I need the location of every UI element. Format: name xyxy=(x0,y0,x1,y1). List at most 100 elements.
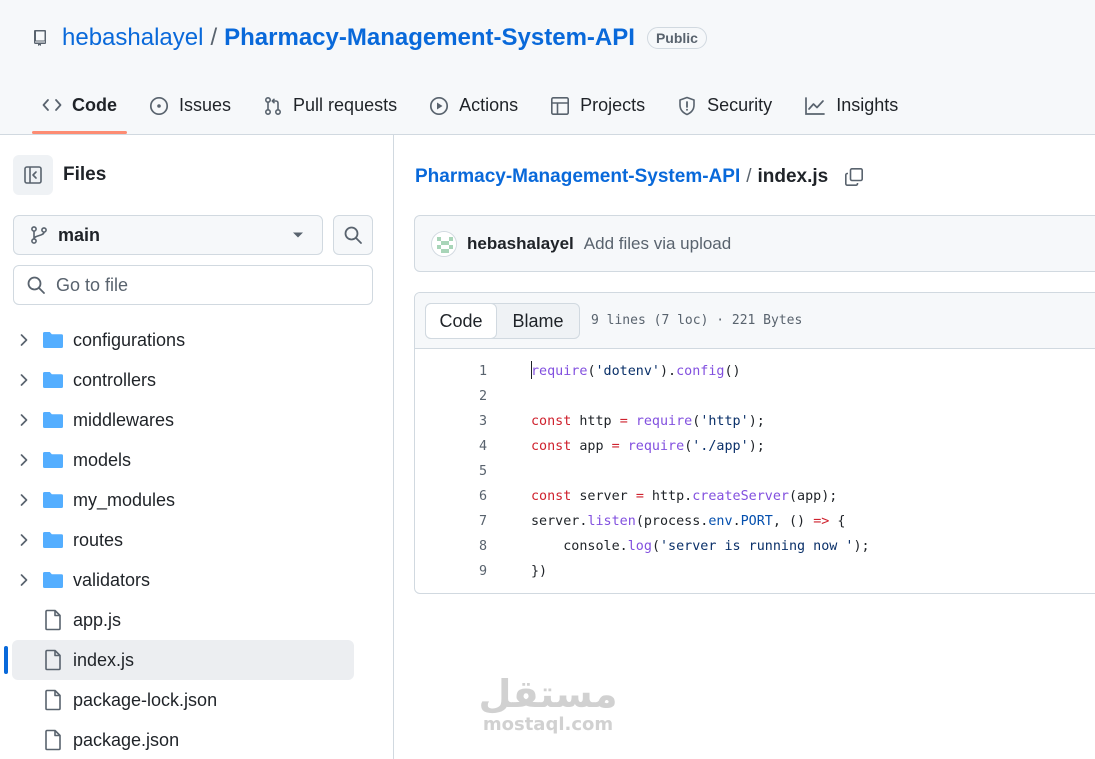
tree-folder-item[interactable]: validators xyxy=(0,560,394,600)
tab-issues[interactable]: Issues xyxy=(139,84,241,134)
repo-nav-tabs: Code Issues Pull requests Actions Projec… xyxy=(32,84,920,134)
issue-opened-icon xyxy=(149,96,169,116)
repo-owner-link[interactable]: hebashalayel xyxy=(62,24,203,52)
branch-select-button[interactable]: main xyxy=(13,215,323,255)
file-icon xyxy=(44,609,62,636)
tree-item-name: models xyxy=(73,450,132,470)
code-viewer: Code Blame 9 lines (7 loc) · 221 Bytes 1… xyxy=(414,292,1095,594)
chevron-right-icon[interactable] xyxy=(18,453,30,472)
line-number[interactable]: 5 xyxy=(455,459,487,484)
line-number[interactable]: 9 xyxy=(455,559,487,584)
search-icon xyxy=(344,226,362,244)
search-files-button[interactable] xyxy=(333,215,373,255)
tree-file-item[interactable]: package.json xyxy=(0,720,394,759)
tab-security[interactable]: Security xyxy=(667,84,782,134)
git-pull-request-icon xyxy=(265,96,282,116)
tree-item-name: middlewares xyxy=(73,410,175,430)
tab-pull-requests[interactable]: Pull requests xyxy=(253,84,407,134)
go-to-file-input[interactable] xyxy=(56,274,356,296)
branch-name: main xyxy=(58,224,101,245)
tab-insights[interactable]: Insights xyxy=(794,84,908,134)
repo-path-separator: / xyxy=(210,24,218,51)
tree-item-name: configurations xyxy=(73,330,186,350)
tree-folder-item[interactable]: models xyxy=(0,440,394,480)
code-line-text: console.log('server is running now '); xyxy=(531,539,870,554)
folder-icon xyxy=(42,570,64,595)
code-line: 3 const http = require('http'); xyxy=(415,409,1095,434)
line-number[interactable]: 4 xyxy=(455,434,487,459)
repo-name-link[interactable]: Pharmacy-Management-System-API xyxy=(224,24,635,52)
tree-folder-item[interactable]: middlewares xyxy=(0,400,394,440)
tree-file-item[interactable]: index.js xyxy=(0,640,394,680)
chevron-right-icon[interactable] xyxy=(18,533,30,552)
repo-header: hebashalayel / Pharmacy-Management-Syste… xyxy=(0,0,1095,135)
line-number[interactable]: 6 xyxy=(455,484,487,509)
blame-view-button[interactable]: Blame xyxy=(497,304,579,338)
tree-file-item[interactable]: app.js xyxy=(0,600,394,640)
collapse-sidebar-button[interactable] xyxy=(13,155,53,195)
copy-icon xyxy=(845,167,864,186)
line-number[interactable]: 7 xyxy=(455,509,487,534)
code-line: 8 console.log('server is running now '); xyxy=(415,534,1095,559)
line-number[interactable]: 2 xyxy=(455,384,487,409)
search-icon xyxy=(27,276,45,294)
breadcrumb-separator: / xyxy=(746,166,752,187)
tab-insights-label: Insights xyxy=(836,95,899,115)
view-mode-segmented-control: Code Blame xyxy=(425,303,580,339)
code-line: 4 const app = require('./app'); xyxy=(415,434,1095,459)
code-line: 9}) xyxy=(415,559,1095,584)
tree-file-item[interactable]: package-lock.json xyxy=(0,680,394,720)
code-line-text: }) xyxy=(531,564,548,579)
code-line: 1 require('dotenv').config() xyxy=(415,359,1095,384)
breadcrumb-repo-link[interactable]: Pharmacy-Management-System-API xyxy=(415,166,740,188)
folder-icon xyxy=(42,530,64,555)
file-tree-sidebar: Files main configurations controllers midd… xyxy=(0,135,394,759)
tree-folder-item[interactable]: routes xyxy=(0,520,394,560)
files-title: Files xyxy=(63,164,107,185)
tree-item-name: controllers xyxy=(73,370,157,390)
tree-item-name: validators xyxy=(73,570,151,590)
tree-folder-item[interactable]: controllers xyxy=(0,360,394,400)
code-line-text: require('dotenv').config() xyxy=(531,359,741,384)
chevron-right-icon[interactable] xyxy=(18,373,30,392)
file-icon xyxy=(44,649,62,676)
code-line: 7 server.listen(process.env.PORT, () => { xyxy=(415,509,1095,534)
tree-item-name: routes xyxy=(73,530,124,550)
folder-icon xyxy=(42,490,64,515)
repo-title-line: hebashalayel / Pharmacy-Management-Syste… xyxy=(32,22,707,54)
commit-message-link[interactable]: Add files via upload xyxy=(584,234,731,254)
caret-down-icon xyxy=(293,232,303,238)
commit-author-link[interactable]: hebashalayel xyxy=(467,234,574,254)
chevron-right-icon[interactable] xyxy=(18,333,30,352)
copy-path-button[interactable] xyxy=(844,167,864,187)
avatar[interactable] xyxy=(431,230,457,257)
code-line: 6 const server = http.createServer(app); xyxy=(415,484,1095,509)
git-branch-icon xyxy=(31,226,47,244)
code-icon xyxy=(42,99,62,111)
code-lines[interactable]: 1 require('dotenv').config() 2 3 const http … xyxy=(415,359,1095,584)
tree-folder-item[interactable]: my_modules xyxy=(0,480,394,520)
code-view-button[interactable]: Code xyxy=(425,303,497,339)
code-viewer-toolbar: Code Blame 9 lines (7 loc) · 221 Bytes xyxy=(415,293,1095,349)
tab-projects[interactable]: Projects xyxy=(540,84,655,134)
play-icon xyxy=(430,96,449,116)
selected-indicator xyxy=(4,646,8,674)
file-icon xyxy=(44,689,62,716)
latest-commit-box: hebashalayel Add files via upload xyxy=(414,215,1095,272)
go-to-file-field[interactable] xyxy=(13,265,373,305)
code-line-text: const server = http.createServer(app); xyxy=(531,489,838,504)
tab-actions[interactable]: Actions xyxy=(419,84,528,134)
breadcrumb-file-name: index.js xyxy=(757,166,829,187)
code-line-text: const http = require('http'); xyxy=(531,414,765,429)
chevron-right-icon[interactable] xyxy=(18,573,30,592)
chevron-right-icon[interactable] xyxy=(18,493,30,512)
file-breadcrumb: Pharmacy-Management-System-API / index.j… xyxy=(415,163,864,191)
code-line: 5 xyxy=(415,459,1095,484)
line-number[interactable]: 8 xyxy=(455,534,487,559)
line-number[interactable]: 3 xyxy=(455,409,487,434)
graph-icon xyxy=(805,97,826,115)
line-number[interactable]: 1 xyxy=(455,359,487,384)
tab-code[interactable]: Code xyxy=(32,84,127,134)
tree-folder-item[interactable]: configurations xyxy=(0,320,394,360)
chevron-right-icon[interactable] xyxy=(18,413,30,432)
